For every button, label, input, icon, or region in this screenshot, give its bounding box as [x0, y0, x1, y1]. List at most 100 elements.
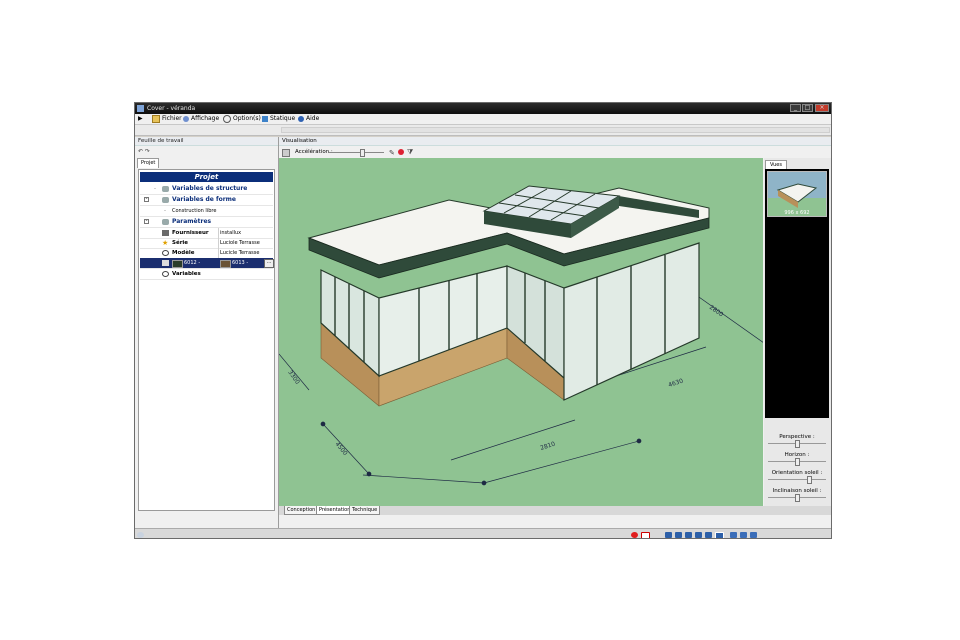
- monitor-icon: [262, 116, 268, 122]
- acceleration-slider[interactable]: [329, 152, 384, 153]
- menu-label: Option(s): [233, 115, 261, 122]
- horizon-slider-knob[interactable]: [795, 458, 800, 466]
- view-thumbnail[interactable]: 996 x 692: [767, 171, 827, 217]
- tree-value[interactable]: Lucicle Terrasse: [220, 248, 259, 258]
- model-icon: [162, 250, 169, 256]
- menu-label: Affichage: [191, 115, 220, 122]
- dimension-marker: [481, 480, 487, 486]
- acceleration-label: Accélération :: [295, 149, 333, 155]
- tab-presentation[interactable]: Présentation: [316, 506, 354, 515]
- view-back-icon[interactable]: [695, 532, 702, 538]
- tree-row-variables[interactable]: Variables: [140, 269, 273, 280]
- tab-conception[interactable]: Conception: [284, 506, 319, 515]
- toolbar: [135, 125, 831, 136]
- visualisation-title: Visualisation: [279, 137, 831, 146]
- color-picker-icon[interactable]: [398, 149, 404, 155]
- color-code-outer: 6012 -: [184, 260, 201, 266]
- tree-row-parametres[interactable]: - Paramètres: [140, 217, 273, 228]
- tab-projet[interactable]: Projet: [137, 158, 160, 168]
- parameters-icon: [162, 219, 169, 225]
- view-left-icon[interactable]: [675, 532, 682, 538]
- acceleration-slider-knob[interactable]: [360, 149, 365, 157]
- view-top-icon[interactable]: [705, 532, 712, 538]
- dimension-line: [483, 440, 640, 484]
- pan-icon[interactable]: [740, 532, 747, 538]
- status-bar: [135, 528, 831, 538]
- variables-icon: [162, 271, 169, 277]
- record-icon[interactable]: [631, 532, 638, 538]
- tree-row-colors[interactable]: 6012 - 6013 - ...: [140, 258, 274, 269]
- menu-label: Statique: [270, 115, 296, 122]
- tree-label: Modèle: [172, 250, 195, 256]
- menu-label: Fichier: [162, 115, 182, 122]
- tab-vues[interactable]: Vues: [765, 160, 787, 169]
- zoom-icon[interactable]: [730, 532, 737, 538]
- tree-row-construction[interactable]: - Construction libre: [140, 206, 273, 217]
- app-window: Cover - véranda _ □ × ▶ Fichier Affichag…: [134, 102, 832, 539]
- supplier-icon: [162, 230, 169, 236]
- perspective-slider-knob[interactable]: [795, 440, 800, 448]
- tree-label: Construction libre: [172, 208, 217, 214]
- visualisation-toolbar: Accélération : ✎ ⧩: [279, 147, 831, 157]
- palette-icon: [162, 260, 169, 266]
- browse-button[interactable]: ...: [264, 259, 274, 268]
- 3d-viewport[interactable]: 3300 4500 2810 4630 2800: [279, 158, 763, 506]
- filter-icon[interactable]: ⧩: [407, 147, 413, 157]
- rotate-icon[interactable]: [750, 532, 757, 538]
- tree-row-variables-forme[interactable]: - Variables de forme: [140, 195, 273, 206]
- thumbnail-caption: 996 x 692: [784, 210, 810, 216]
- minimize-button[interactable]: _: [790, 104, 801, 112]
- view-icon[interactable]: [282, 149, 290, 157]
- undo-redo-icons[interactable]: ↶ ↷: [138, 148, 150, 155]
- worksheet-panel: Feuille de travail ↶ ↷ Projet Projet - V…: [135, 137, 279, 528]
- star-icon: ★: [162, 239, 169, 247]
- maximize-button[interactable]: □: [802, 104, 813, 112]
- tree-row-variables-structure[interactable]: - Variables de structure: [140, 184, 273, 195]
- project-tree: Projet - Variables de structure - Variab…: [138, 169, 275, 511]
- project-header: Projet: [140, 172, 273, 182]
- tree-label: Paramètres: [172, 218, 212, 225]
- window-title: Cover - véranda: [147, 105, 196, 112]
- sun-orientation-slider[interactable]: [768, 479, 826, 480]
- color-swatch-outer: [172, 260, 183, 268]
- menu-aide[interactable]: Aide: [298, 114, 319, 124]
- close-button[interactable]: ×: [815, 104, 829, 112]
- options-icon: [223, 115, 231, 123]
- tree-label: Variables de forme: [172, 196, 236, 203]
- tree-value[interactable]: Luciole Terrasse: [220, 238, 260, 248]
- dimension-marker: [320, 421, 326, 427]
- panel-title: Feuille de travail: [135, 137, 278, 146]
- tree-horizontal-scrollbar[interactable]: [143, 538, 265, 539]
- tree-value[interactable]: installux: [220, 228, 241, 238]
- pencil-icon[interactable]: ✎: [389, 148, 395, 158]
- stop-icon[interactable]: [641, 532, 650, 538]
- expand-toggle[interactable]: -: [144, 197, 149, 202]
- status-orb-icon: [137, 532, 144, 538]
- dimension-label: 4630: [667, 377, 684, 388]
- view-mode-tabs: Conception Présentation Technique: [279, 506, 831, 515]
- dimension-marker: [366, 471, 372, 477]
- dimension-marker: [636, 438, 642, 444]
- view-3d-icon[interactable]: [715, 532, 724, 538]
- app-icon: [137, 105, 144, 112]
- play-icon[interactable]: ▶: [138, 114, 143, 124]
- tree-label: Variables: [172, 271, 201, 277]
- structure-icon: [162, 186, 169, 192]
- worksheet-tabs: Projet: [137, 158, 274, 168]
- sun-inclination-slider-knob[interactable]: [795, 494, 800, 502]
- menu-options[interactable]: Option(s): [223, 114, 261, 124]
- menu-fichier[interactable]: Fichier: [152, 114, 182, 124]
- sun-orientation-slider-knob[interactable]: [806, 476, 812, 484]
- veranda-3d-render[interactable]: 3300 4500 2810 4630 2800: [279, 158, 763, 506]
- expand-toggle[interactable]: -: [144, 219, 149, 224]
- menu-statique[interactable]: Statique: [262, 114, 295, 124]
- tab-technique[interactable]: Technique: [349, 506, 381, 515]
- dimension-label: 2800: [708, 304, 725, 319]
- toolbar-band: [281, 127, 830, 133]
- view-front-icon[interactable]: [665, 532, 672, 538]
- view-right-icon[interactable]: [685, 532, 692, 538]
- views-panel: Vues 996 x 692 Perspective : Horizon : O…: [764, 158, 831, 506]
- dimension-line: [362, 474, 485, 484]
- help-icon: [298, 116, 304, 122]
- menu-affichage[interactable]: Affichage: [183, 114, 219, 124]
